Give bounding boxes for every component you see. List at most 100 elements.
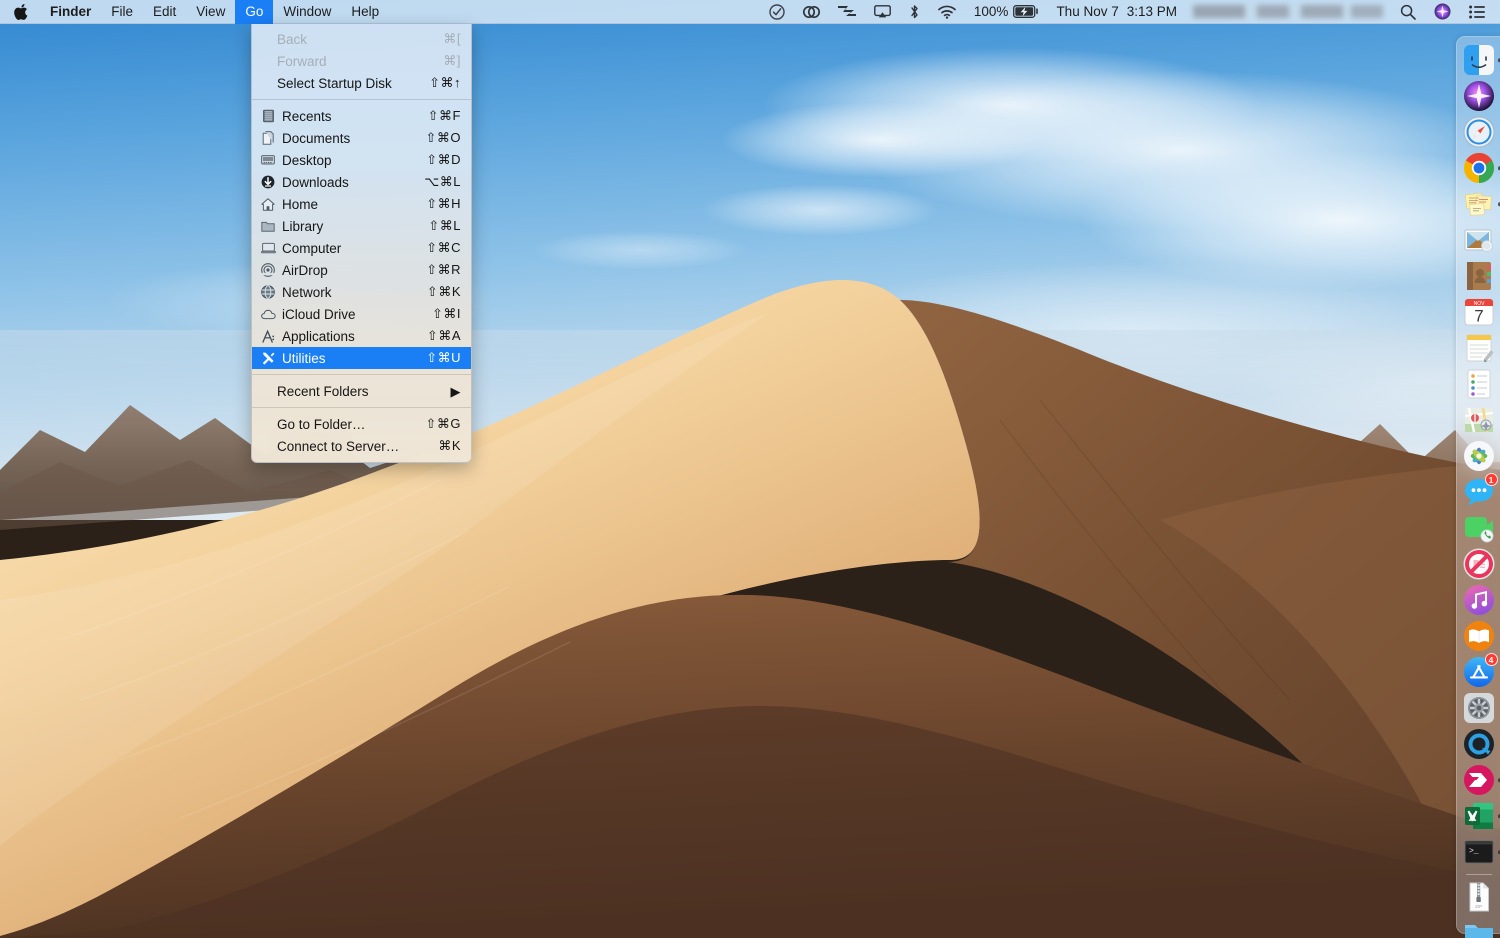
- menu-item-label: Network: [281, 285, 427, 300]
- dock-item-google-chrome[interactable]: [1462, 151, 1496, 185]
- safari-icon: [1463, 116, 1495, 148]
- dock-item-calendar[interactable]: NOV 7: [1462, 295, 1496, 329]
- dock-item-stickies[interactable]: [1462, 187, 1496, 221]
- menu-go[interactable]: Go: [235, 0, 273, 24]
- battery-charging-icon[interactable]: [1011, 0, 1048, 24]
- calendar-day: 7: [1474, 307, 1483, 326]
- menu-item-shortcut: ⇧⌘R: [426, 262, 461, 278]
- dock-item-contacts[interactable]: [1462, 259, 1496, 293]
- menu-item-shortcut: ⇧⌘I: [427, 306, 461, 322]
- menu-item-desktop[interactable]: Desktop ⇧⌘D: [252, 149, 471, 171]
- menu-bar-clock[interactable]: 3:13 PM: [1127, 4, 1185, 19]
- notification-center-icon[interactable]: [1460, 0, 1490, 24]
- menu-item-shortcut: ⌘]: [427, 53, 461, 69]
- dock-item-app-store[interactable]: 4: [1462, 655, 1496, 689]
- time-machine-icon[interactable]: [760, 0, 794, 24]
- go-menu-dropdown[interactable]: Back ⌘[ Forward ⌘] Select Startup Disk ⇧…: [251, 24, 472, 463]
- menu-item-label: Forward: [276, 54, 427, 69]
- menu-item-connect-to-server[interactable]: Connect to Server… ⌘K: [252, 435, 471, 457]
- dock-item-photos[interactable]: [1462, 439, 1496, 473]
- news-icon: [1463, 548, 1495, 580]
- menu-item-network[interactable]: Network ⇧⌘K: [252, 281, 471, 303]
- dock-item-mail[interactable]: [1462, 223, 1496, 257]
- menu-item-label: Select Startup Disk: [276, 76, 427, 91]
- menu-item-shortcut: ⇧⌘D: [426, 152, 461, 168]
- menu-item-computer[interactable]: Computer ⇧⌘C: [252, 237, 471, 259]
- system-preferences-icon: [1463, 692, 1495, 724]
- menu-item-label: Library: [281, 219, 427, 234]
- menu-file[interactable]: File: [101, 0, 143, 24]
- menu-help[interactable]: Help: [341, 0, 389, 24]
- microsoft-excel-icon: X: [1463, 800, 1495, 832]
- menu-item-utilities[interactable]: Utilities ⇧⌘U: [252, 347, 471, 369]
- menu-item-icloud-drive[interactable]: iCloud Drive ⇧⌘I: [252, 303, 471, 325]
- menu-separator: [252, 99, 471, 100]
- menu-item-back: Back ⌘[: [252, 28, 471, 50]
- menu-item-shortcut: ⇧⌘U: [426, 350, 461, 366]
- dock-item-notes[interactable]: [1462, 331, 1496, 365]
- menu-item-downloads[interactable]: Downloads ⌥⌘L: [252, 171, 471, 193]
- menu-item-forward: Forward ⌘]: [252, 50, 471, 72]
- dock-item-microsoft-excel[interactable]: X: [1462, 799, 1496, 833]
- menu-item-recents[interactable]: Recents ⇧⌘F: [252, 105, 471, 127]
- dock-item-terminal[interactable]: >_: [1462, 835, 1496, 869]
- dock-item-adobe-app[interactable]: [1462, 763, 1496, 797]
- menu-item-label: iCloud Drive: [281, 307, 427, 322]
- home-icon: [259, 196, 277, 212]
- redacted-user-name[interactable]: [1193, 5, 1383, 18]
- menu-item-library[interactable]: Library ⇧⌘L: [252, 215, 471, 237]
- menu-app-name[interactable]: Finder: [40, 0, 101, 24]
- dock-item-ibooks[interactable]: [1462, 619, 1496, 653]
- menu-item-label: AirDrop: [281, 263, 426, 278]
- siri-icon[interactable]: [1425, 0, 1460, 24]
- apple-menu[interactable]: [0, 0, 40, 24]
- menu-item-select-startup-disk[interactable]: Select Startup Disk ⇧⌘↑: [252, 72, 471, 94]
- wifi-icon[interactable]: [929, 0, 965, 24]
- dock-item-news[interactable]: [1462, 547, 1496, 581]
- dock[interactable]: NOV 7: [1456, 36, 1500, 934]
- battery-percent[interactable]: 100%: [965, 0, 1012, 24]
- menu-item-go-to-folder[interactable]: Go to Folder… ⇧⌘G: [252, 413, 471, 435]
- menu-item-shortcut: ⇧⌘↑: [427, 75, 461, 91]
- menu-item-shortcut: ⇧⌘G: [425, 416, 461, 432]
- dock-item-reminders[interactable]: [1462, 367, 1496, 401]
- search-icon[interactable]: [1391, 0, 1425, 24]
- menu-item-label: Downloads: [281, 175, 424, 190]
- dock-item-maps[interactable]: [1462, 403, 1496, 437]
- menu-bar-date[interactable]: Thu Nov 7: [1048, 4, 1126, 19]
- finder-icon: [1463, 44, 1495, 76]
- menu-view[interactable]: View: [186, 0, 235, 24]
- dock-item-finder[interactable]: [1462, 43, 1496, 77]
- menu-item-label: Home: [281, 197, 426, 212]
- menu-edit[interactable]: Edit: [143, 0, 186, 24]
- fast-forward-icon[interactable]: [829, 0, 865, 24]
- menu-item-recent-folders[interactable]: Recent Folders ▶: [252, 380, 471, 402]
- reminders-icon: [1463, 368, 1495, 400]
- utilities-icon: [259, 350, 277, 366]
- menu-item-shortcut: ⇧⌘F: [427, 108, 461, 124]
- dock-item-system-preferences[interactable]: [1462, 691, 1496, 725]
- dock-item-safari[interactable]: [1462, 115, 1496, 149]
- itunes-icon: [1463, 584, 1495, 616]
- dock-item-messages[interactable]: 1: [1462, 475, 1496, 509]
- dock-item-siri[interactable]: [1462, 79, 1496, 113]
- menu-item-home[interactable]: Home ⇧⌘H: [252, 193, 471, 215]
- menu-item-airdrop[interactable]: AirDrop ⇧⌘R: [252, 259, 471, 281]
- airplay-icon[interactable]: [865, 0, 900, 24]
- dock-item-itunes[interactable]: [1462, 583, 1496, 617]
- creative-cloud-icon[interactable]: [794, 0, 829, 24]
- notes-icon: [1463, 332, 1495, 364]
- submenu-arrow-icon: ▶: [427, 385, 461, 398]
- menu-window[interactable]: Window: [273, 0, 341, 24]
- apple-logo-icon: [14, 4, 28, 20]
- library-folder-icon: [259, 218, 277, 234]
- icloud-icon: [259, 306, 277, 322]
- dock-item-quicktime-player[interactable]: [1462, 727, 1496, 761]
- bluetooth-icon[interactable]: [900, 0, 929, 24]
- menu-item-documents[interactable]: Documents ⇧⌘O: [252, 127, 471, 149]
- dock-item-downloads-stack[interactable]: ZIP: [1462, 880, 1496, 914]
- dock-item-facetime[interactable]: [1462, 511, 1496, 545]
- dock-item-documents-folder[interactable]: [1462, 916, 1496, 938]
- menu-item-label: Connect to Server…: [276, 439, 427, 454]
- menu-item-applications[interactable]: Applications ⇧⌘A: [252, 325, 471, 347]
